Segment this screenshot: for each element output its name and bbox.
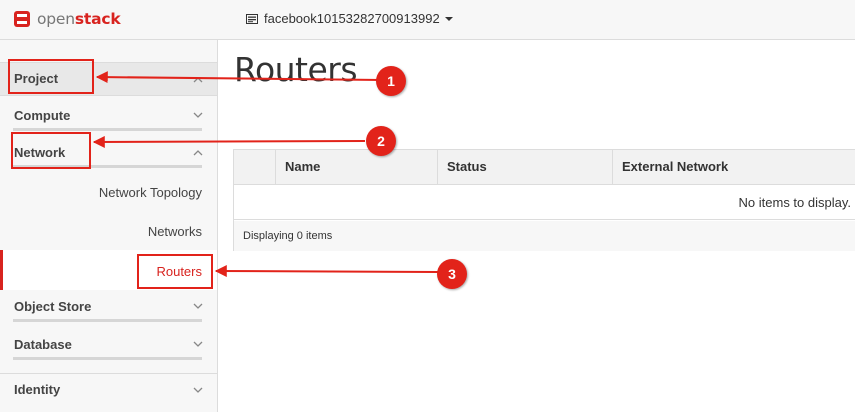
sidebar-item-database[interactable]: Database: [13, 335, 203, 355]
annotation-badge-3: 3: [437, 259, 467, 289]
chevron-up-icon: [193, 77, 203, 83]
page-title: Routers: [234, 50, 358, 89]
project-name: facebook10153282700913992: [264, 11, 440, 26]
table-footer-count: Displaying 0 items: [234, 221, 855, 251]
chevron-down-icon: [193, 341, 203, 347]
sidebar-database-label: Database: [14, 337, 72, 352]
compute-divider: [13, 128, 202, 131]
logo-text: openstack: [37, 10, 121, 28]
sidebar-item-object-store[interactable]: Object Store: [13, 297, 203, 317]
column-external-network[interactable]: External Network: [612, 150, 855, 184]
top-navbar: openstack facebook10153282700913992: [0, 0, 855, 40]
project-list-icon: [246, 13, 258, 24]
sidebar: Project Compute Network Network Topology…: [0, 40, 218, 412]
sidebar-item-network-topology[interactable]: Network Topology: [99, 185, 202, 200]
empty-message: No items to display.: [234, 185, 855, 220]
sidebar-compute-label: Compute: [14, 108, 71, 123]
sidebar-object-store-label: Object Store: [14, 299, 92, 314]
chevron-up-icon: [193, 150, 203, 156]
project-selector[interactable]: facebook10153282700913992: [246, 11, 453, 26]
database-divider: [13, 357, 202, 360]
openstack-logo-icon: [14, 11, 30, 27]
select-all-column[interactable]: [234, 150, 275, 184]
sidebar-item-identity[interactable]: Identity: [0, 373, 217, 413]
sidebar-item-compute[interactable]: Compute: [13, 106, 203, 126]
object-store-divider: [13, 319, 202, 322]
table-header: Name Status External Network: [234, 150, 855, 185]
logo-text-open: open: [37, 10, 75, 28]
chevron-down-icon: [193, 387, 203, 393]
sidebar-identity-label: Identity: [14, 382, 61, 397]
column-name[interactable]: Name: [275, 150, 437, 184]
annotation-badge-2: 2: [366, 126, 396, 156]
caret-down-icon: [444, 16, 453, 21]
sidebar-item-networks[interactable]: Networks: [148, 224, 202, 239]
highlight-routers: [137, 254, 213, 289]
highlight-project: [8, 59, 94, 94]
chevron-down-icon: [193, 303, 203, 309]
highlight-network: [11, 132, 91, 169]
logo-text-stack: stack: [74, 10, 121, 28]
routers-table: Name Status External Network No items to…: [233, 149, 855, 251]
arrow-3: [214, 265, 439, 278]
chevron-down-icon: [193, 112, 203, 118]
column-status[interactable]: Status: [437, 150, 612, 184]
annotation-badge-1: 1: [376, 66, 406, 96]
openstack-logo[interactable]: openstack: [13, 8, 121, 30]
